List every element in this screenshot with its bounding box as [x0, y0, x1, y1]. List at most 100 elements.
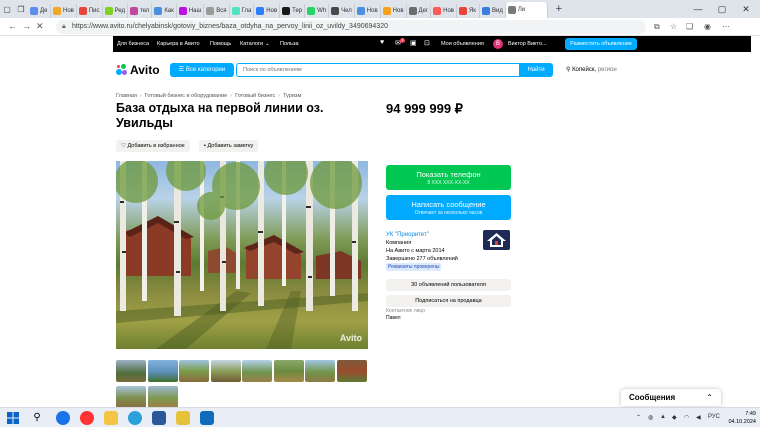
cart-icon[interactable]: ⊡ [424, 39, 430, 47]
seller-logo[interactable] [483, 230, 510, 250]
browser-tab[interactable]: Ред [103, 4, 128, 18]
browser-tab[interactable]: Як [457, 4, 480, 18]
thumbnail[interactable] [305, 360, 335, 382]
thumbnail[interactable] [116, 360, 146, 382]
bag-icon[interactable]: ▣ [410, 39, 417, 47]
browser-tab[interactable]: Ли [505, 2, 548, 18]
breadcrumb-home[interactable]: Главная [116, 93, 137, 99]
browser-tab[interactable]: Нов [254, 4, 281, 18]
search-icon[interactable]: ⚲ [30, 411, 44, 425]
topbar-link-help[interactable]: Помощь [210, 41, 231, 47]
topbar-link-catalogs[interactable]: Каталоги [240, 41, 263, 47]
browser-tab[interactable]: Де [28, 4, 51, 18]
topbar-link-career[interactable]: Карьера в Авито [157, 41, 200, 47]
browser-tab[interactable]: Нов [431, 4, 457, 18]
breadcrumb-category[interactable]: Готовый бизнес и оборудование [145, 93, 227, 99]
thumbnail[interactable] [274, 360, 304, 382]
browser-tab[interactable]: Вид [480, 4, 506, 18]
word-icon[interactable] [152, 411, 166, 425]
settings-menu-icon[interactable]: ⋯ [722, 22, 730, 31]
seller-name[interactable]: УК "Приоритет" [386, 231, 458, 239]
tab-favicon-icon [307, 7, 316, 15]
browser-tab[interactable]: тел [128, 4, 153, 18]
yandex-browser-icon[interactable] [80, 411, 94, 425]
file-explorer-icon[interactable] [104, 411, 118, 425]
browser-tab[interactable]: Нов [51, 4, 77, 18]
thumbnail[interactable] [242, 360, 272, 382]
breadcrumb-tourism[interactable]: Туризм [283, 93, 301, 99]
post-ad-button[interactable]: Разместить объявление [565, 38, 637, 50]
edge-browser-icon[interactable] [56, 411, 70, 425]
address-bar-row: ← → ✕ 🔒︎ https://www.avito.ru/chelyabins… [0, 18, 760, 36]
tab-label: Нов [443, 8, 454, 14]
thumbnail[interactable] [116, 386, 146, 408]
breadcrumb-subcategory[interactable]: Готовый бизнес [235, 93, 275, 99]
show-phone-button[interactable]: Показать телефон 8 XXX XXX-XX-XX [386, 165, 511, 190]
browser-tab[interactable]: Чел [329, 4, 355, 18]
browser-tab[interactable]: Нов [381, 4, 407, 18]
back-icon[interactable]: ← [8, 21, 17, 31]
user-name[interactable]: Виктор Викто... [508, 41, 547, 47]
browser-tab[interactable]: Тер [280, 4, 306, 18]
write-message-button[interactable]: Написать сообщение Отвечает за несколько… [386, 195, 511, 220]
thumbnail[interactable] [179, 360, 209, 382]
heart-icon[interactable]: ♥ [380, 39, 384, 46]
tab-favicon-icon [30, 7, 38, 15]
tray-app-icon[interactable]: ◆ [672, 414, 677, 421]
new-tab-button[interactable]: + [552, 2, 566, 16]
windows-start-icon[interactable] [6, 411, 20, 425]
thumbnail[interactable] [211, 360, 241, 382]
chevron-up-icon[interactable]: ⌃ [706, 389, 713, 406]
seller-type: Компания [386, 240, 412, 246]
browser-tab[interactable]: Наш [177, 4, 205, 18]
browser-tab[interactable]: Гла [230, 4, 255, 18]
location-selector[interactable]: ⚲ Копейск, регион [566, 66, 617, 73]
tab-actions-icon[interactable]: ▢ [0, 2, 14, 16]
telegram-icon[interactable] [128, 411, 142, 425]
forward-icon[interactable]: → [22, 21, 31, 31]
close-window-button[interactable]: ✕ [734, 0, 758, 18]
search-button[interactable]: Найти [519, 63, 553, 77]
thumbnail[interactable] [337, 360, 367, 382]
avatar[interactable]: В [493, 39, 503, 49]
tray-app-icon[interactable]: ▲ [660, 414, 666, 420]
browser-tab[interactable]: Wh [305, 4, 330, 18]
browser-tab[interactable]: Пис [77, 4, 103, 18]
browser-tab[interactable]: Дег [407, 4, 432, 18]
main-photo[interactable]: Avito [116, 161, 368, 349]
messages-widget[interactable]: Сообщения ⌃ [621, 389, 721, 406]
topbar-link-benefit[interactable]: Польза [280, 41, 299, 47]
add-favorite-button[interactable]: ♡ Добавить в избранное [116, 140, 190, 152]
folder-icon[interactable] [176, 411, 190, 425]
browser-tab[interactable]: Как [152, 4, 177, 18]
thumbnail[interactable] [148, 386, 178, 408]
my-ads-link[interactable]: Мои объявления [441, 41, 484, 47]
minimize-button[interactable]: — [686, 0, 710, 18]
tray-app-icon[interactable]: ◍ [648, 414, 653, 421]
extensions-icon[interactable]: ⧉ [654, 22, 660, 32]
browser-tab[interactable]: Вся [204, 4, 230, 18]
browser-tab[interactable]: Нов [355, 4, 381, 18]
url-field[interactable]: 🔒︎ https://www.avito.ru/chelyabinsk/goto… [56, 20, 646, 34]
subscribe-seller-button[interactable]: Подписаться на продавца [386, 295, 511, 307]
tray-chevron-icon[interactable]: ⌃ [636, 414, 641, 421]
system-clock[interactable]: 7:49 04.10.2024 [728, 410, 756, 426]
thumbnail[interactable] [148, 360, 178, 382]
all-categories-button[interactable]: ☰ Все категории [170, 63, 234, 77]
profile-icon[interactable]: ◉ [704, 22, 711, 31]
favorites-icon[interactable]: ☆ [670, 22, 677, 31]
avito-logo[interactable]: Avito [116, 63, 160, 77]
topbar-link-business[interactable]: Для бизнеса [117, 41, 149, 47]
reload-icon[interactable]: ✕ [36, 21, 44, 32]
keyboard-language[interactable]: РУС [708, 414, 720, 420]
collections-icon[interactable]: ❏ [686, 22, 693, 31]
network-icon[interactable]: ◠ [684, 414, 689, 421]
user-ads-button[interactable]: 30 объявлений пользователя [386, 279, 511, 291]
volume-icon[interactable]: ◀ [696, 414, 701, 421]
maximize-button[interactable]: ▢ [710, 0, 734, 18]
add-note-button[interactable]: ▪ Добавить заметку [199, 140, 259, 152]
app-icon[interactable] [200, 411, 214, 425]
tab-list-icon[interactable]: ❒ [14, 2, 28, 16]
tab-label: Вся [216, 8, 227, 14]
search-input[interactable] [236, 63, 520, 77]
